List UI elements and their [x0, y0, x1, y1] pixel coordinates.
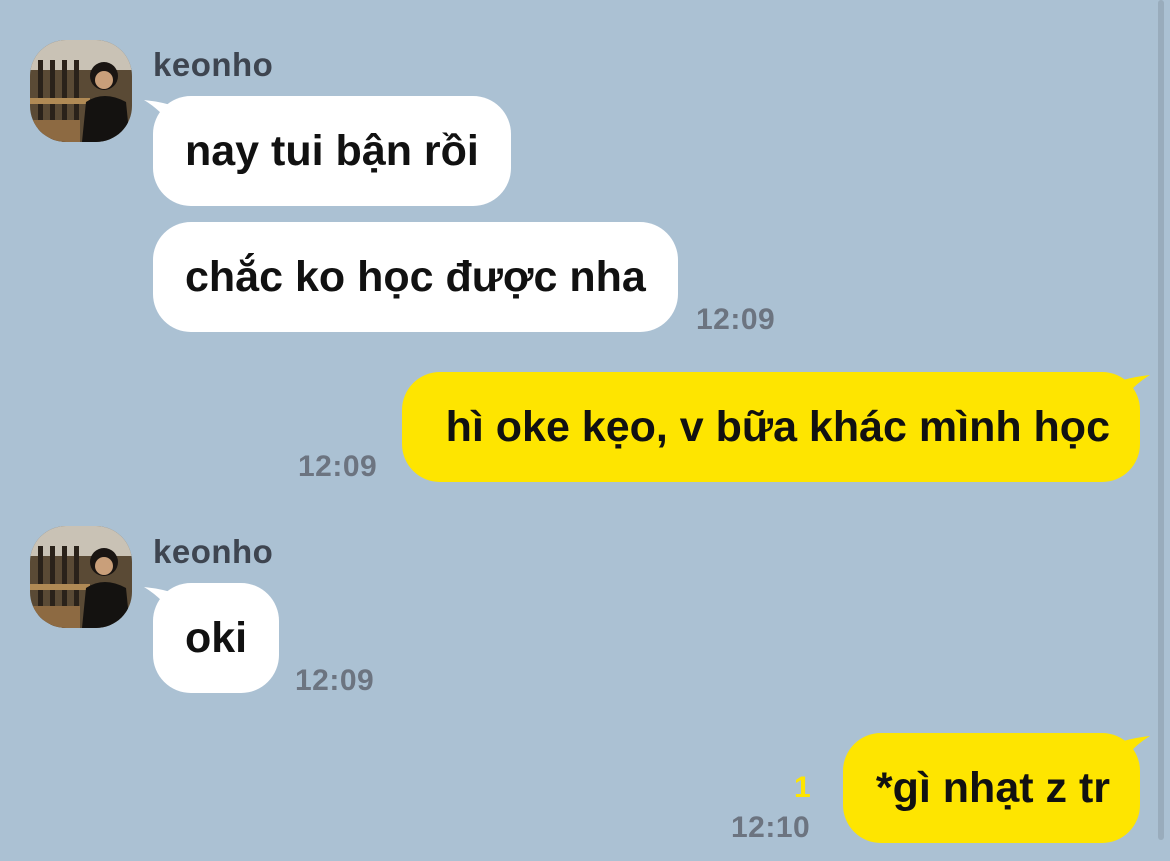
message-text: hì oke kẹo, v bữa khác mình học: [445, 402, 1110, 451]
profile-photo-icon: [30, 40, 132, 142]
message-text: chắc ko học được nha: [185, 252, 646, 301]
message-time: 12:09: [295, 664, 375, 697]
avatar[interactable]: [30, 40, 132, 142]
message-time: 12:10: [731, 811, 811, 844]
outgoing-message-bubble[interactable]: hì oke kẹo, v bữa khác mình học: [402, 372, 1140, 482]
message-text: *gì nhạt z tr: [875, 763, 1110, 812]
unread-count: 1: [794, 771, 811, 804]
incoming-message-bubble[interactable]: nay tui bận rồi: [153, 96, 511, 206]
sender-name: keonho: [153, 533, 274, 570]
scrollbar[interactable]: [1158, 0, 1164, 840]
outgoing-message-bubble[interactable]: *gì nhạt z tr: [842, 733, 1140, 843]
chat-message-list[interactable]: keonho nay tui bận rồi chắc ko học được …: [0, 0, 1170, 861]
message-time: 12:09: [696, 303, 776, 336]
incoming-message-bubble[interactable]: oki: [153, 583, 280, 693]
message-text: nay tui bận rồi: [185, 126, 479, 175]
profile-photo-icon: [30, 526, 132, 628]
message-text: oki: [185, 613, 248, 662]
message-time: 12:09: [298, 450, 378, 483]
incoming-message-bubble[interactable]: chắc ko học được nha: [153, 222, 678, 332]
avatar[interactable]: [30, 526, 132, 628]
sender-name: keonho: [153, 46, 274, 83]
